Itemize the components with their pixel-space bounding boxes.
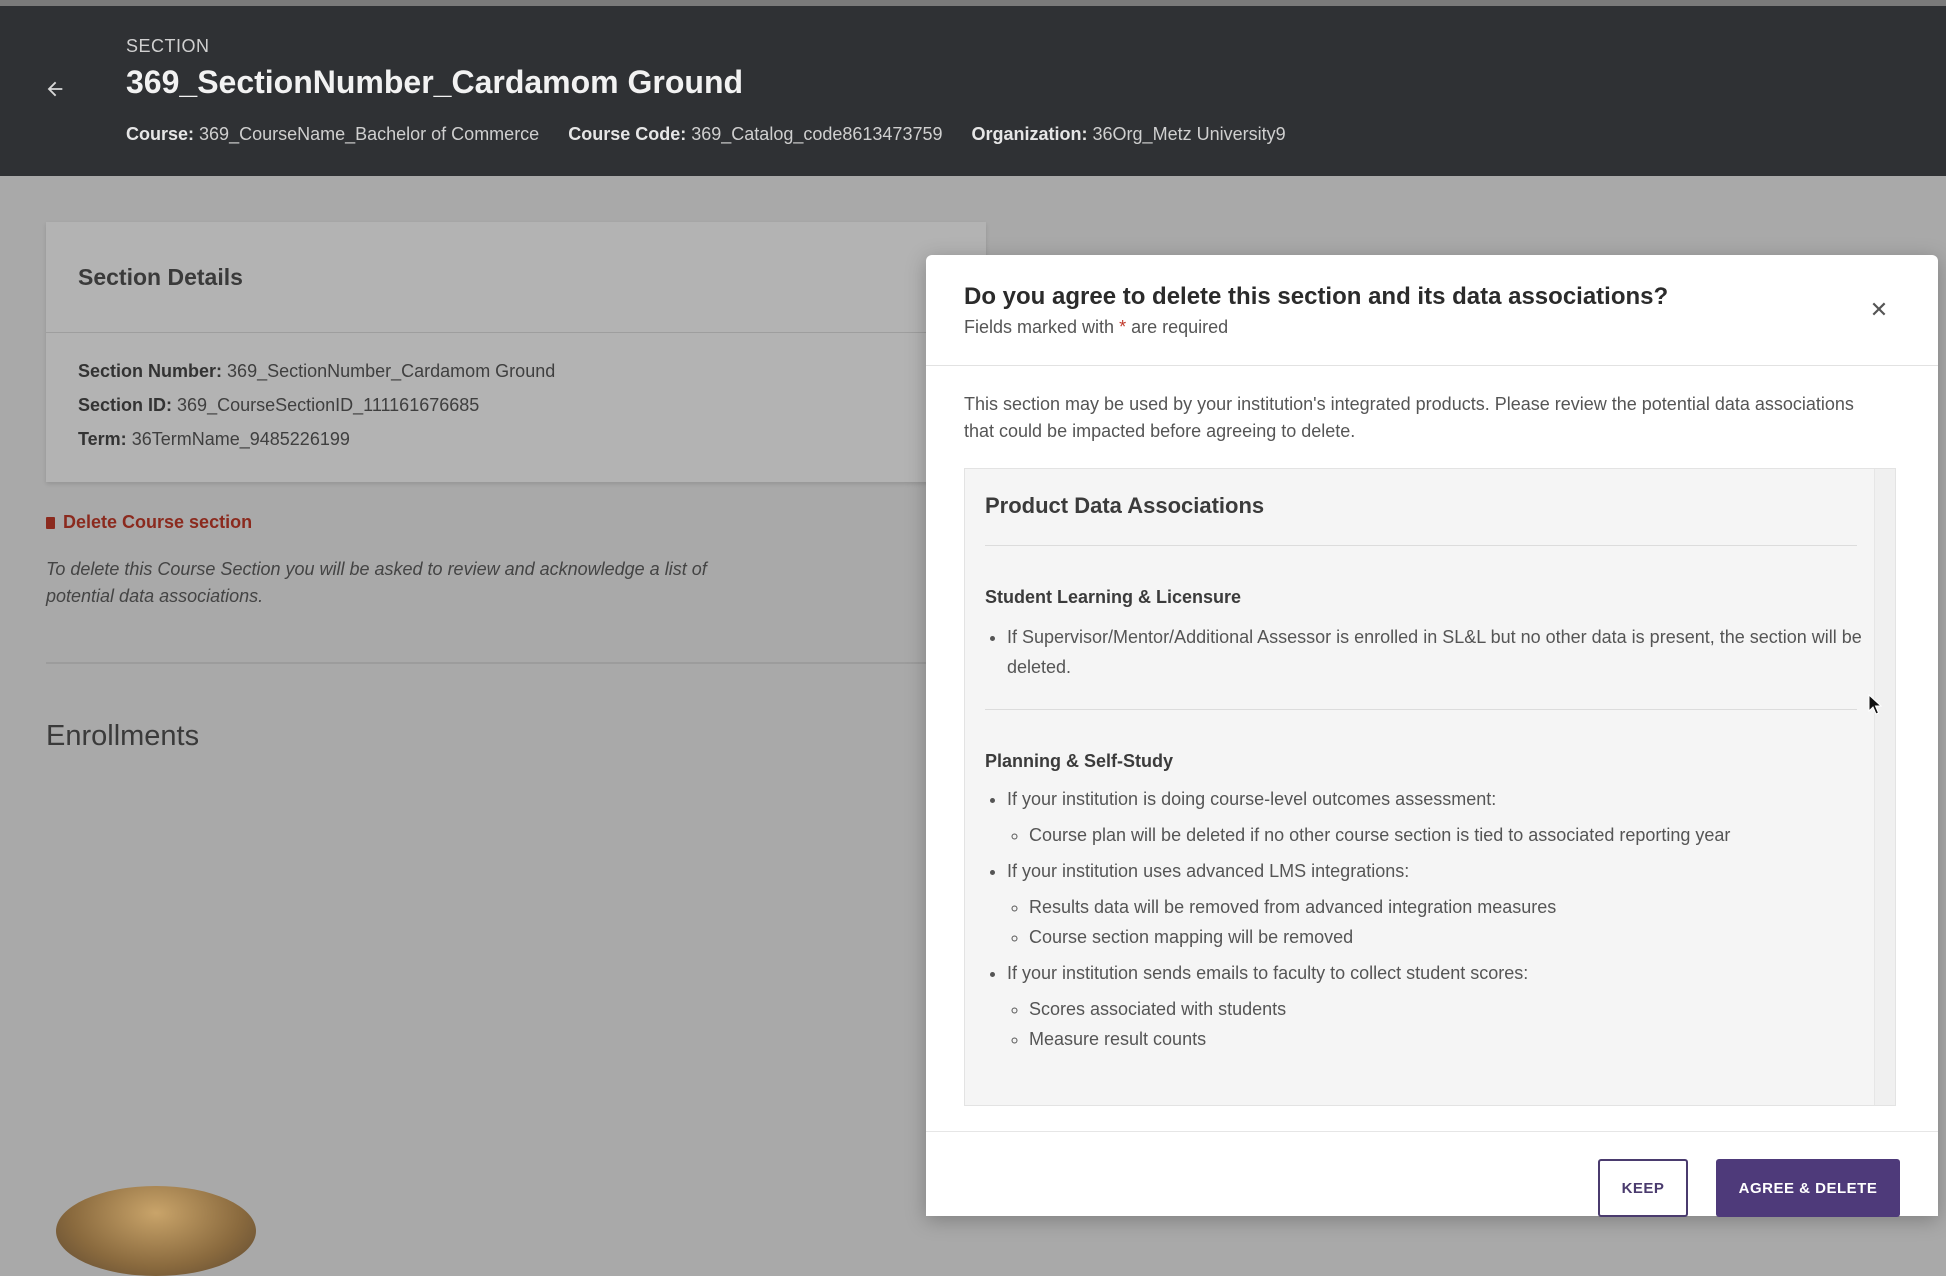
section-details-card: Section Details Section Number: 369_Sect… — [46, 222, 986, 482]
close-icon: ✕ — [1869, 297, 1889, 322]
sub-list-item: Measure result counts — [1029, 1024, 1887, 1054]
section-number-value: 369_SectionNumber_Cardamom Ground — [227, 361, 556, 381]
close-button[interactable]: ✕ — [1866, 297, 1892, 323]
section-details-title: Section Details — [78, 264, 243, 290]
list-item: If your institution sends emails to facu… — [1007, 958, 1887, 1054]
header-eyebrow: SECTION — [126, 36, 210, 56]
term-label: Term: — [78, 429, 127, 449]
delete-confirmation-dialog: Do you agree to delete this section and … — [926, 255, 1938, 1217]
list-item-text: If your institution is doing course-leve… — [1007, 789, 1497, 809]
keep-button[interactable]: KEEP — [1598, 1159, 1688, 1217]
arrow-left-icon — [47, 81, 63, 97]
course-value: 369_CourseName_Bachelor of Commerce — [199, 124, 540, 144]
section-details-body: Section Number: 369_SectionNumber_Cardam… — [46, 333, 986, 450]
course-label: Course: — [126, 124, 195, 144]
page-title: 369_SectionNumber_Cardamom Ground — [126, 64, 744, 100]
list-item-text: If your institution uses advanced LMS in… — [1007, 861, 1410, 881]
section-number-label: Section Number: — [78, 361, 223, 381]
section-details-header: Section Details — [46, 222, 986, 333]
enrollments-title: Enrollments — [46, 720, 200, 752]
sll-title: Student Learning & Licensure — [985, 587, 1242, 607]
associations-title: Product Data Associations — [985, 493, 1265, 518]
product-data-associations-panel[interactable]: Product Data Associations Student Learni… — [964, 468, 1896, 1106]
page-header: SECTION 369_SectionNumber_Cardamom Groun… — [0, 6, 1946, 176]
dialog-footer: KEEP AGREE & DELETE — [926, 1131, 1938, 1217]
planning-list: If your institution is doing course-leve… — [985, 784, 1887, 1060]
section-number-row: Section Number: 369_SectionNumber_Cardam… — [78, 361, 954, 382]
avatar — [56, 1186, 256, 1276]
divider — [985, 709, 1857, 710]
section-id-row: Section ID: 369_CourseSectionID_11116167… — [78, 395, 954, 416]
header-meta: Course: 369_CourseName_Bachelor of Comme… — [126, 124, 1310, 145]
subtitle-suffix: are required — [1126, 317, 1229, 337]
dialog-subtitle: Fields marked with * are required — [964, 317, 1228, 338]
list-item: If your institution is doing course-leve… — [1007, 784, 1887, 850]
course-code-meta: Course Code: 369_Catalog_code8613473759 — [568, 124, 942, 144]
delete-help-text: To delete this Course Section you will b… — [46, 559, 707, 606]
trash-icon — [46, 517, 55, 529]
course-meta: Course: 369_CourseName_Bachelor of Comme… — [126, 124, 539, 144]
dialog-intro: This section may be used by your institu… — [964, 394, 1854, 441]
list-item: If your institution uses advanced LMS in… — [1007, 856, 1887, 952]
sub-list-item: Course plan will be deleted if no other … — [1029, 820, 1887, 850]
sub-list-item: Scores associated with students — [1029, 994, 1887, 1024]
sub-list-item: Results data will be removed from advanc… — [1029, 892, 1887, 922]
back-button[interactable] — [44, 78, 74, 108]
organization-value: 36Org_Metz University9 — [1092, 124, 1286, 144]
delete-course-section-label: Delete Course section — [63, 512, 253, 532]
term-value: 36TermName_9485226199 — [131, 429, 350, 449]
planning-title: Planning & Self-Study — [985, 751, 1174, 771]
list-item: If Supervisor/Mentor/Additional Assessor… — [1007, 622, 1887, 682]
list-item-text: If your institution sends emails to facu… — [1007, 963, 1529, 983]
sub-list: Scores associated with students Measure … — [1007, 994, 1887, 1054]
sll-list: If Supervisor/Mentor/Additional Assessor… — [985, 622, 1887, 682]
course-code-value: 369_Catalog_code8613473759 — [691, 124, 943, 144]
mouse-cursor-icon — [1868, 694, 1882, 715]
delete-course-section-link[interactable]: Delete Course section — [46, 512, 252, 533]
section-id-value: 369_CourseSectionID_111161676685 — [177, 395, 480, 415]
organization-label: Organization: — [971, 124, 1088, 144]
sub-list-item: Course section mapping will be removed — [1029, 922, 1887, 952]
organization-meta: Organization: 36Org_Metz University9 — [972, 124, 1286, 144]
divider — [985, 545, 1857, 546]
course-code-label: Course Code: — [568, 124, 687, 144]
subtitle-prefix: Fields marked with — [964, 317, 1120, 337]
agree-and-delete-button[interactable]: AGREE & DELETE — [1716, 1159, 1900, 1217]
sub-list: Course plan will be deleted if no other … — [1007, 820, 1887, 850]
dialog-header: Do you agree to delete this section and … — [926, 255, 1938, 366]
sub-list: Results data will be removed from advanc… — [1007, 892, 1887, 952]
term-row: Term: 36TermName_9485226199 — [78, 429, 954, 450]
section-id-label: Section ID: — [78, 395, 173, 415]
divider — [46, 662, 946, 664]
dialog-title: Do you agree to delete this section and … — [964, 283, 1669, 310]
